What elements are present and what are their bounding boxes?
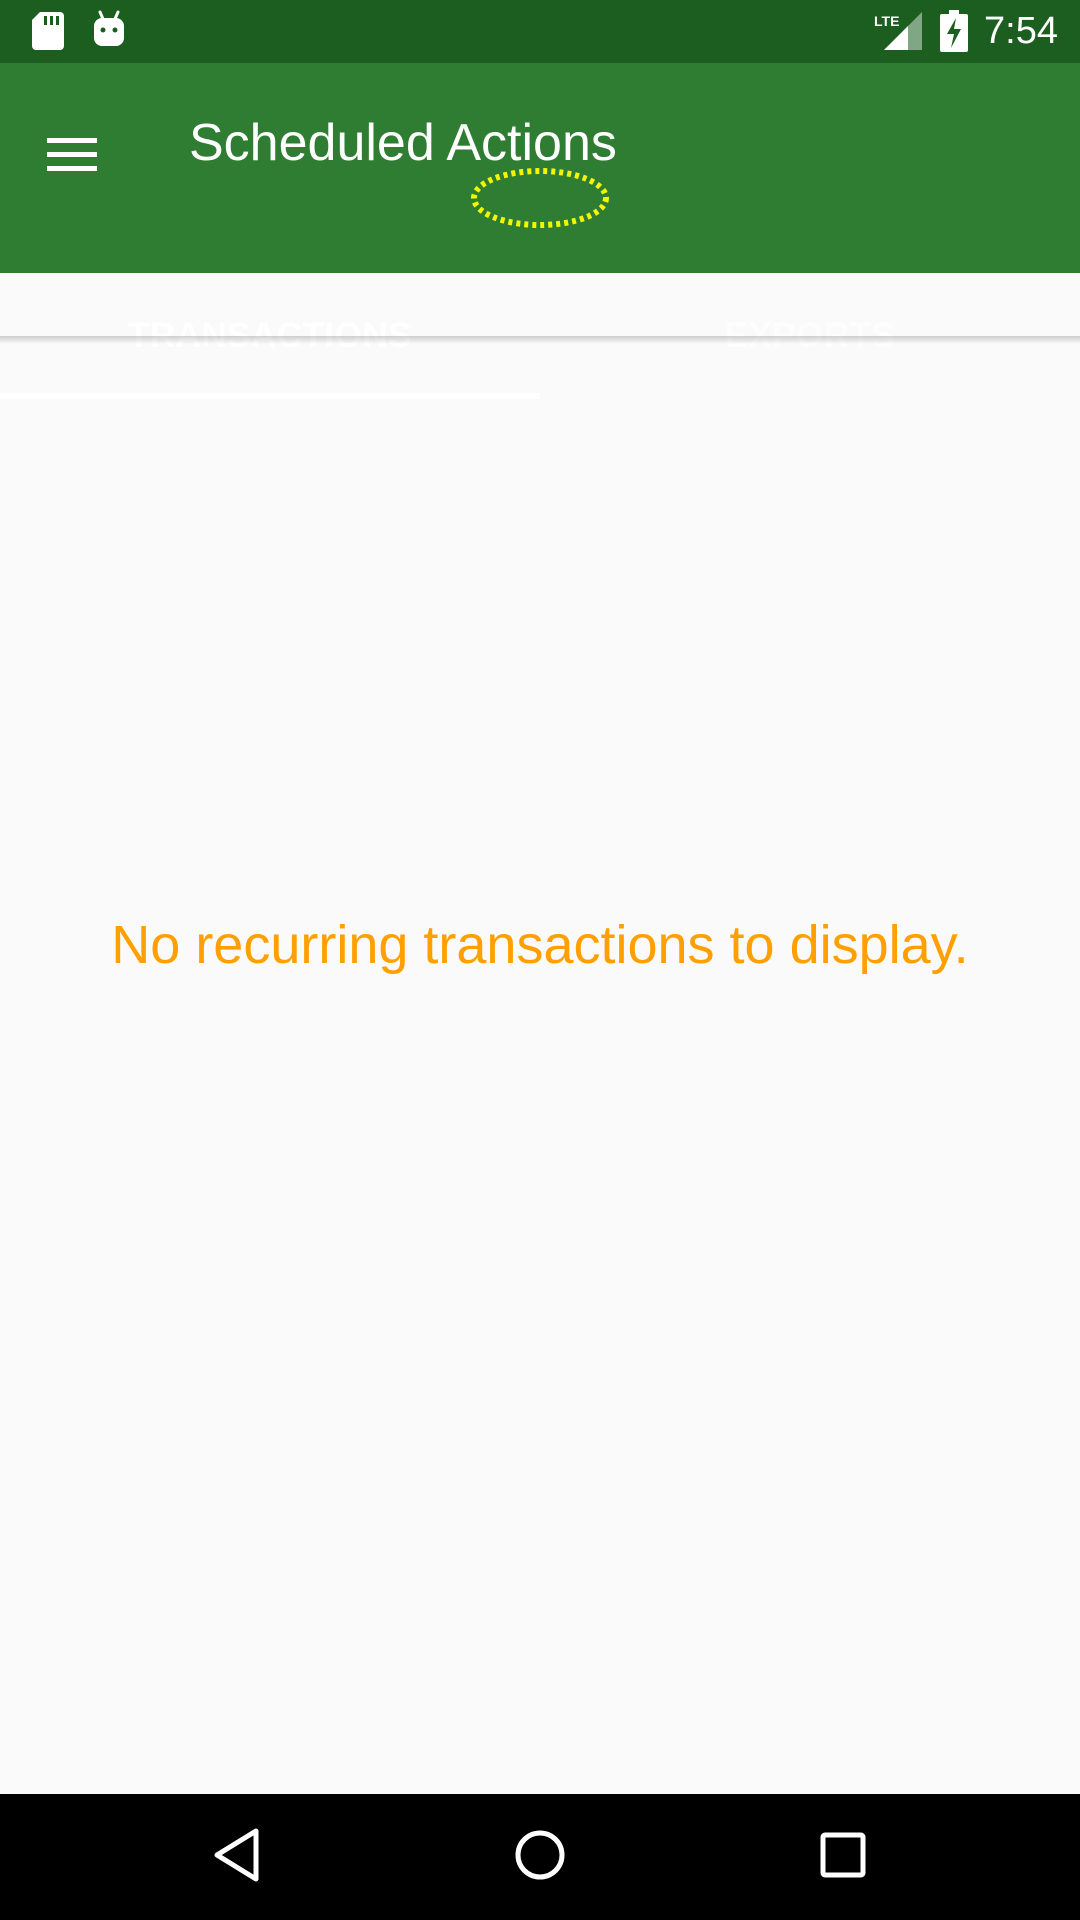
- menu-button[interactable]: [20, 105, 124, 209]
- main-content: No recurring transactions to display.: [0, 336, 1080, 1794]
- status-bar: LTE 7:54: [0, 0, 1080, 63]
- screen: LTE 7:54 Scheduled Actions No recurring …: [0, 0, 1080, 1920]
- recents-icon: [819, 1831, 867, 1884]
- sd-card-icon: [32, 12, 64, 50]
- android-debug-icon: [92, 10, 126, 48]
- recents-button[interactable]: [798, 1812, 888, 1902]
- back-icon: [212, 1827, 262, 1888]
- home-button[interactable]: [495, 1812, 585, 1902]
- network-label: LTE: [874, 13, 899, 29]
- battery-charging-icon: [940, 10, 968, 52]
- app-bar: Scheduled Actions TRANSACTIONS EXPORTS: [0, 63, 1080, 399]
- navigation-bar: [0, 1794, 1080, 1920]
- hamburger-menu-icon: [47, 136, 97, 179]
- home-icon: [513, 1828, 567, 1887]
- touch-indicator-icon: [470, 167, 610, 229]
- back-button[interactable]: [192, 1812, 282, 1902]
- status-clock: 7:54: [984, 10, 1058, 52]
- lte-signal-icon: LTE: [874, 12, 922, 50]
- empty-state-message: No recurring transactions to display.: [111, 915, 969, 975]
